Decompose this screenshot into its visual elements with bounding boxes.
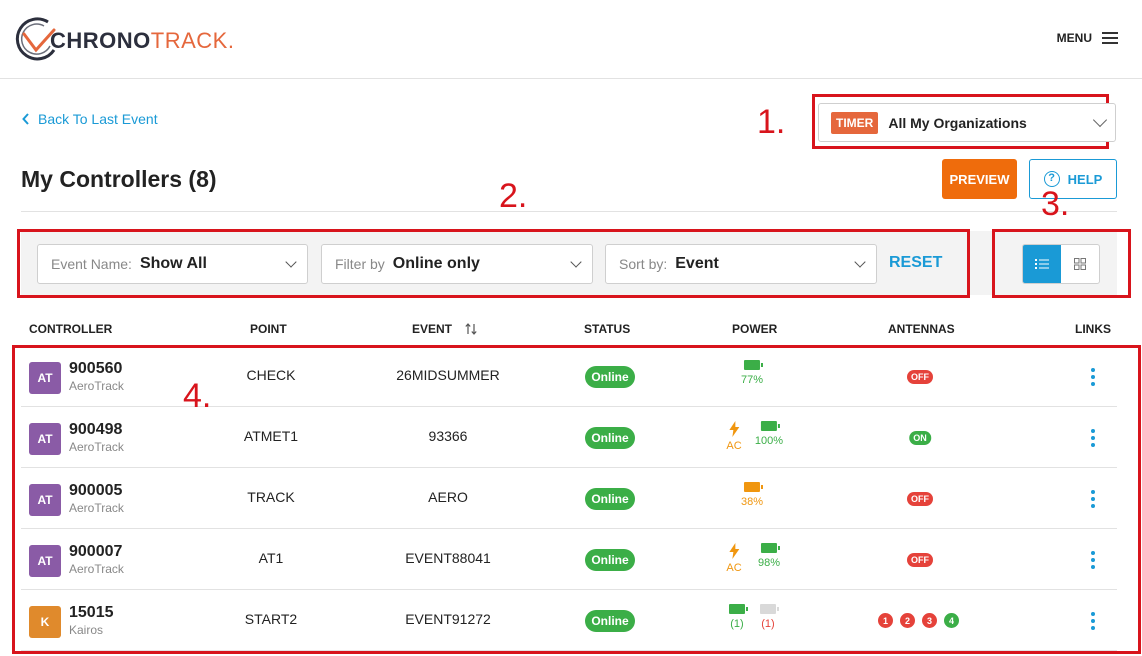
hamburger-icon [1102, 32, 1118, 44]
menu-button[interactable]: MENU [1057, 31, 1118, 45]
column-point[interactable]: POINT [250, 322, 287, 336]
column-controller[interactable]: CONTROLLER [29, 322, 112, 336]
column-event-label: EVENT [412, 322, 453, 336]
back-to-last-event-link[interactable]: Back To Last Event [22, 111, 158, 127]
chevron-left-icon [22, 113, 29, 125]
annotation-label-3: 3. [1041, 185, 1070, 223]
column-event[interactable]: EVENT [412, 322, 478, 336]
back-link-label: Back To Last Event [38, 111, 158, 127]
logo-wordmark: CHRONOTRACK. [50, 28, 234, 54]
annotation-label-4: 4. [183, 377, 212, 415]
logo-dot: . [227, 28, 235, 53]
organization-select[interactable]: TIMER All My Organizations [818, 103, 1116, 142]
logo-track: TRACK [150, 28, 228, 53]
sort-icon [465, 323, 478, 335]
annotation-label-1: 1. [757, 103, 786, 141]
annotation-box-4 [12, 345, 1141, 654]
annotation-box-3 [992, 229, 1131, 298]
menu-label: MENU [1056, 31, 1092, 45]
column-power[interactable]: POWER [732, 322, 777, 336]
table-header: CONTROLLER POINT EVENT STATUS POWER ANTE… [21, 318, 1117, 342]
preview-button[interactable]: PREVIEW [942, 159, 1017, 199]
chevron-down-icon [1092, 112, 1108, 128]
logo-chrono: CHRONO [50, 28, 151, 53]
top-bar: CHRONOTRACK. MENU [0, 0, 1142, 79]
title-divider [21, 211, 1117, 212]
timer-badge: TIMER [831, 111, 879, 134]
column-antennas[interactable]: ANTENNAS [888, 322, 955, 336]
help-label: HELP [1067, 171, 1103, 187]
organization-value: All My Organizations [888, 114, 1027, 131]
column-status[interactable]: STATUS [584, 322, 630, 336]
annotation-box-2 [17, 229, 970, 298]
annotation-label-2: 2. [499, 177, 528, 215]
page-title: My Controllers (8) [21, 166, 217, 192]
column-links: LINKS [1075, 322, 1111, 336]
